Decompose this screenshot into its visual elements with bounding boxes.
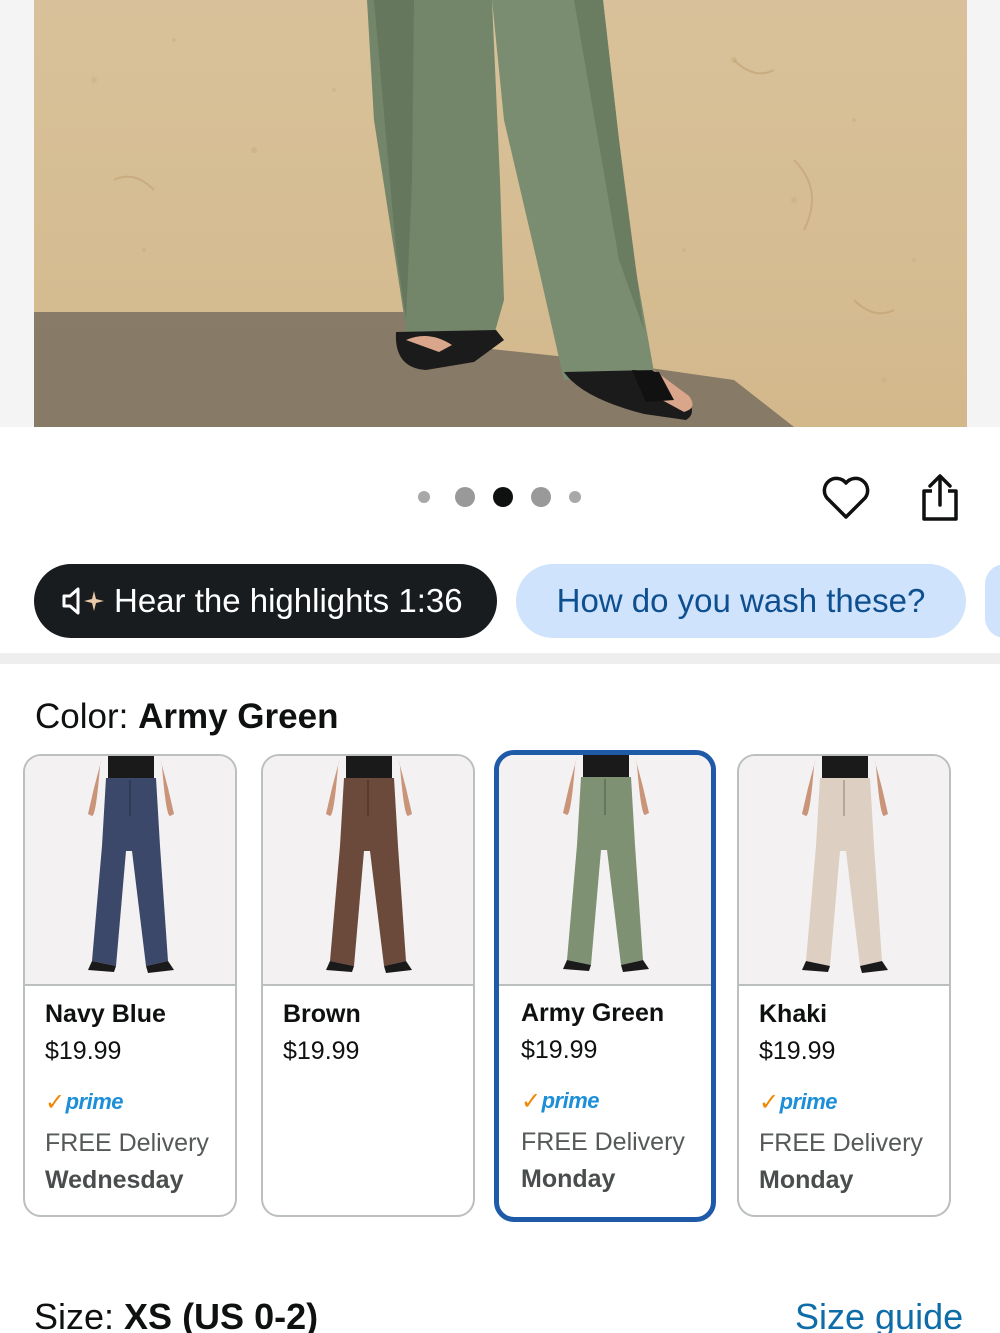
swatch-name: Khaki [759,1000,828,1028]
size-selected-value: XS (US 0-2) [124,1296,319,1333]
carousel-dot[interactable] [569,491,581,503]
size-guide-link[interactable]: Size guide [795,1296,963,1333]
delivery-label: FREE Delivery [45,1129,209,1157]
swatch-price: $19.99 [759,1037,836,1065]
color-label: Color: Army Green [35,697,338,737]
prime-check-icon: ✓ [45,1088,65,1116]
carousel-dot[interactable] [531,487,551,507]
swatch-name: Brown [283,1000,361,1028]
prime-badge: ✓ prime [45,1085,235,1119]
swatch-name: Army Green [521,999,665,1027]
swatch-image [25,756,235,986]
swatch-price: $19.99 [283,1037,360,1065]
swatch-name: Navy Blue [45,1000,166,1028]
prime-check-icon: ✓ [759,1088,779,1116]
swatch-price: $19.99 [521,1036,598,1064]
heart-icon [822,476,870,519]
carousel-dot[interactable] [418,491,430,503]
carousel-dot-active[interactable] [493,487,513,507]
delivery-label: FREE Delivery [759,1129,923,1157]
carousel-dots[interactable] [418,486,581,508]
size-prefix: Size: [34,1296,125,1333]
delivery-day: Monday [759,1166,854,1194]
delivery-day: Monday [521,1165,616,1193]
share-icon [922,474,958,521]
swatch-image [739,756,949,986]
prime-badge: ✓ prime [521,1084,711,1118]
product-photo[interactable] [34,0,967,427]
favorite-button[interactable] [818,470,874,526]
carousel-dot[interactable] [455,487,475,507]
prime-badge: ✓ prime [759,1085,949,1119]
next-chip-peek[interactable] [985,564,1000,638]
prime-check-icon: ✓ [521,1087,541,1115]
hear-highlights-button[interactable]: Hear the highlights 1:36 [34,564,497,638]
size-label: Size: XS (US 0-2) [34,1296,318,1333]
swatch-price: $19.99 [45,1037,122,1065]
color-prefix: Color: [35,697,139,736]
swatch-card-army-green-selected[interactable]: Army Green $19.99 ✓ prime FREE Delivery Mo… [494,750,716,1222]
delivery-label: FREE Delivery [521,1128,685,1156]
swatch-image [499,755,711,986]
question-chip-label: How do you wash these? [556,582,926,619]
swatch-card-brown[interactable]: Brown $19.99 [261,754,475,1217]
color-selected-value: Army Green [138,697,339,736]
question-chip[interactable]: How do you wash these? [516,564,966,638]
speaker-sparkle-icon [60,586,108,616]
share-button[interactable] [912,470,968,526]
prime-label: prime [65,1089,124,1114]
delivery-day: Wednesday [45,1166,184,1194]
swatch-card-khaki[interactable]: Khaki $19.99 ✓ prime FREE Delivery Monday [737,754,951,1217]
product-image-area[interactable] [0,0,1000,427]
section-divider [0,653,1000,664]
swatch-card-navy-blue[interactable]: Navy Blue $19.99 ✓ prime FREE Delivery Wed… [23,754,237,1217]
prime-label: prime [779,1089,838,1114]
prime-label: prime [541,1088,600,1113]
hear-highlights-label: Hear the highlights 1:36 [114,582,463,619]
swatch-image [263,756,473,986]
